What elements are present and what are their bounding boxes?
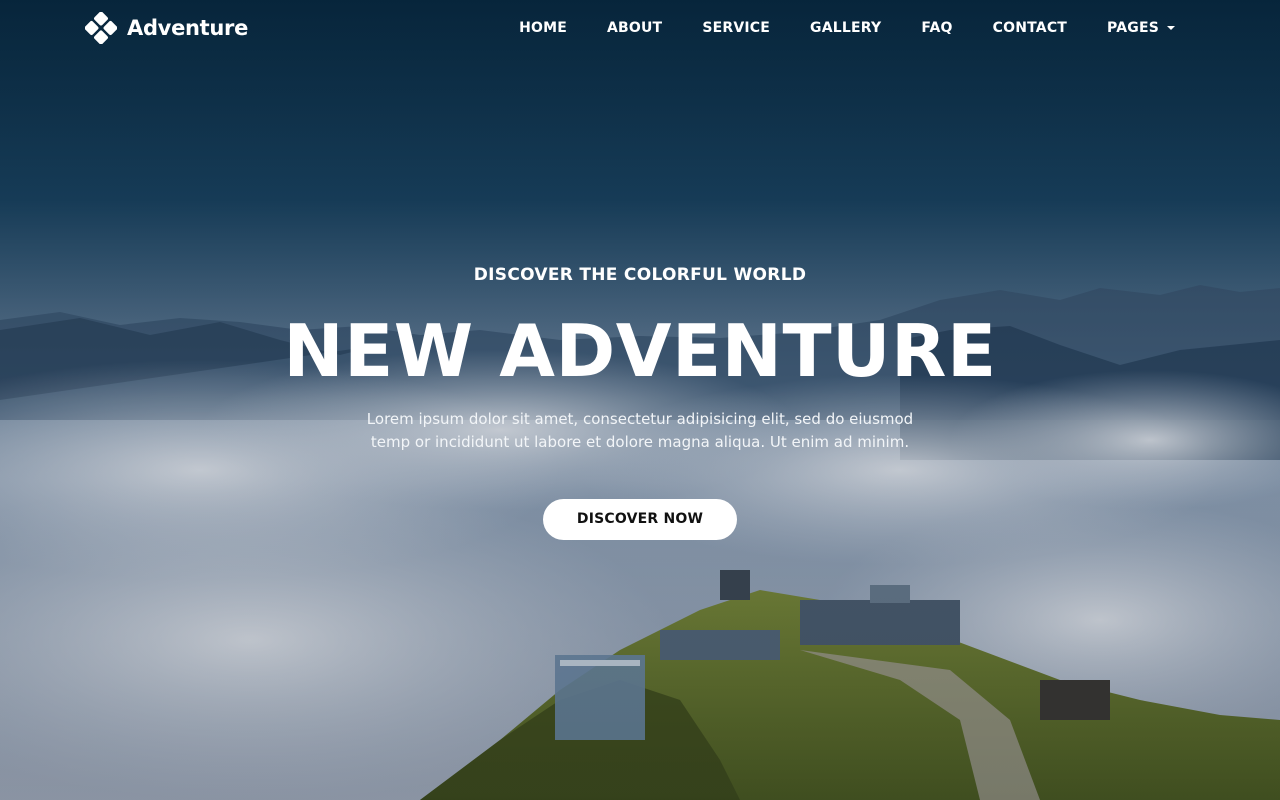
brand-logo[interactable]: Adventure	[85, 12, 248, 44]
nav-item-home[interactable]: HOME	[519, 17, 567, 39]
diamond-cluster-icon	[85, 12, 117, 44]
nav-item-label: SERVICE	[702, 20, 771, 36]
nav-item-contact[interactable]: CONTACT	[993, 17, 1067, 39]
main-nav: HOME ABOUT SERVICE GALLERY FAQ CONTACT P…	[519, 17, 1175, 39]
nav-item-label: FAQ	[921, 20, 953, 36]
nav-item-label: CONTACT	[992, 20, 1068, 36]
hero-content: DISCOVER THE COLORFUL WORLD NEW ADVENTUR…	[0, 262, 1280, 540]
nav-item-label: HOME	[519, 20, 567, 36]
discover-now-button[interactable]: DISCOVER NOW	[543, 499, 737, 540]
caret-down-icon	[1167, 26, 1175, 30]
nav-item-service[interactable]: SERVICE	[702, 17, 770, 39]
nav-item-label: GALLERY	[810, 20, 882, 36]
brand-name: Adventure	[127, 16, 249, 40]
nav-item-label: ABOUT	[606, 20, 663, 36]
hero-eyebrow: DISCOVER THE COLORFUL WORLD	[473, 265, 807, 285]
nav-item-pages-dropdown[interactable]: PAGES	[1107, 17, 1175, 39]
nav-item-faq[interactable]: FAQ	[921, 17, 952, 39]
hero-description: Lorem ipsum dolor sit amet, consectetur …	[366, 410, 914, 451]
navbar: Adventure HOME ABOUT SERVICE GALLERY FAQ…	[0, 0, 1280, 56]
nav-item-gallery[interactable]: GALLERY	[810, 17, 881, 39]
hero-headline: NEW ADVENTURE	[283, 309, 997, 393]
nav-item-label: PAGES	[1107, 20, 1159, 36]
nav-item-about[interactable]: ABOUT	[607, 17, 662, 39]
